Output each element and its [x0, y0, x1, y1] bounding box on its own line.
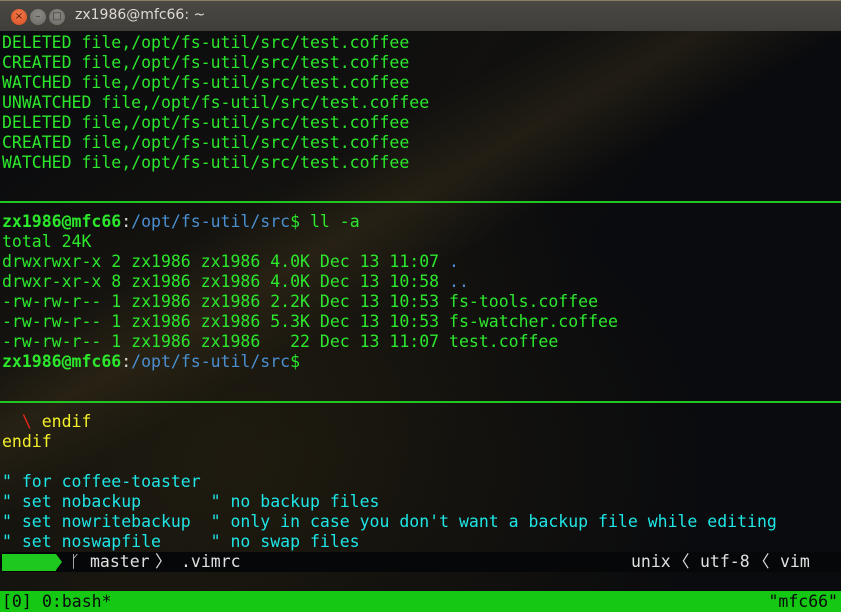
vim-comment-line: " for coffee-toaster: [2, 472, 201, 491]
listing-row: -rw-rw-r-- 1 zx1986 zx1986 22 Dec 13 11:…: [2, 332, 558, 352]
maximize-window-button[interactable]: □: [49, 9, 65, 25]
listing-row: -rw-rw-r-- 1 zx1986 zx1986 5.3K Dec 13 1…: [2, 312, 618, 332]
close-icon: ×: [14, 11, 24, 22]
listing-meta: drwxrwxr-x 2 zx1986 zx1986 4.0K Dec 13 1…: [2, 252, 450, 271]
vim-line-continuation: \: [21, 412, 32, 431]
vim-mode-segment: [2, 554, 56, 571]
vim-comment-line: " set nobackup " no backup files: [2, 492, 380, 511]
prompt-symbol: $: [290, 212, 301, 231]
git-branch-icon: ᚴ: [70, 552, 80, 571]
prompt-separator: :: [121, 212, 132, 231]
listing-meta: drwxr-xr-x 8 zx1986 zx1986 4.0K Dec 13 1…: [2, 272, 450, 291]
tmux-session[interactable]: [0]: [2, 591, 32, 612]
prompt-user-host: zx1986@mfc66: [2, 212, 122, 231]
minimize-window-button[interactable]: –: [30, 9, 46, 25]
output-line: CREATED file,/opt/fs-util/src/test.coffe…: [2, 53, 410, 72]
vim-statusline: ᚴ master 〉 .vimrc unix 〈 utf-8 〈 vim: [0, 552, 841, 572]
prompt-user-host: zx1986@mfc66: [2, 352, 122, 371]
separator-left-icon: 〈: [753, 552, 770, 571]
listing-name: .: [449, 252, 459, 271]
vim-fileformat: unix: [631, 552, 671, 571]
vim-line: endif: [2, 432, 52, 451]
vim-filetype: vim: [780, 552, 810, 571]
tmux-hostname: "mfc66": [768, 592, 838, 611]
vim-indent: [2, 412, 22, 431]
listing-name: test.coffee: [449, 332, 559, 351]
maximize-icon: □: [52, 11, 62, 22]
window-titlebar: × – □ zx1986@mfc66: ~: [0, 0, 841, 31]
output-line: WATCHED file,/opt/fs-util/src/test.coffe…: [2, 73, 410, 92]
prompt-separator: :: [121, 352, 132, 371]
minimize-icon: –: [35, 11, 41, 22]
listing-name: fs-watcher.coffee: [449, 312, 618, 331]
pane-divider[interactable]: [0, 201, 841, 203]
total-line: total 24K: [2, 232, 92, 251]
listing-name: fs-tools.coffee: [449, 292, 599, 311]
vim-comment-line: " set nowritebackup " only in case you d…: [2, 512, 777, 531]
listing-row: drwxrwxr-x 2 zx1986 zx1986 4.0K Dec 13 1…: [2, 252, 459, 272]
shell-prompt-line: zx1986@mfc66:/opt/fs-util/src$ ll -a: [2, 212, 360, 232]
listing-meta: -rw-rw-r-- 1 zx1986 zx1986 22 Dec 13 11:…: [2, 332, 450, 351]
vim-comment-line: " set noswapfile " no swap files: [2, 532, 360, 551]
listing-name: ..: [449, 272, 469, 291]
window-title: zx1986@mfc66: ~: [75, 7, 206, 23]
tmux-window-tab[interactable]: 0:bash*: [42, 591, 112, 612]
output-line: DELETED file,/opt/fs-util/src/test.coffe…: [2, 113, 410, 132]
prompt-path: /opt/fs-util/src: [131, 212, 291, 231]
vim-line: \ endif: [2, 412, 92, 432]
prompt-path: /opt/fs-util/src: [131, 352, 291, 371]
listing-meta: -rw-rw-r-- 1 zx1986 zx1986 5.3K Dec 13 1…: [2, 312, 450, 331]
powerline-arrow-icon: [56, 554, 62, 570]
terminal-area[interactable]: DELETED file,/opt/fs-util/src/test.coffe…: [0, 31, 841, 612]
listing-row: -rw-rw-r-- 1 zx1986 zx1986 2.2K Dec 13 1…: [2, 292, 598, 312]
vim-encoding: utf-8: [700, 552, 750, 571]
separator-right-icon: 〉: [155, 552, 172, 571]
pane-divider[interactable]: [0, 401, 841, 403]
listing-meta: -rw-rw-r-- 1 zx1986 zx1986 2.2K Dec 13 1…: [2, 292, 450, 311]
separator-left-icon: 〈: [673, 552, 690, 571]
shell-prompt-line[interactable]: zx1986@mfc66:/opt/fs-util/src$: [2, 352, 300, 372]
listing-row: drwxr-xr-x 8 zx1986 zx1986 4.0K Dec 13 1…: [2, 272, 469, 292]
prompt-symbol: $: [290, 352, 301, 371]
vim-keyword: endif: [31, 412, 92, 431]
output-line: WATCHED file,/opt/fs-util/src/test.coffe…: [2, 153, 410, 172]
tmux-statusbar: [0] 0:bash* "mfc66": [0, 591, 841, 612]
command-text: ll -a: [300, 212, 360, 231]
close-window-button[interactable]: ×: [11, 9, 27, 25]
git-branch: master: [90, 552, 150, 571]
vim-filename: .vimrc: [181, 552, 241, 571]
output-line: DELETED file,/opt/fs-util/src/test.coffe…: [2, 33, 410, 52]
output-line: CREATED file,/opt/fs-util/src/test.coffe…: [2, 133, 410, 152]
output-line: UNWATCHED file,/opt/fs-util/src/test.cof…: [2, 93, 430, 112]
